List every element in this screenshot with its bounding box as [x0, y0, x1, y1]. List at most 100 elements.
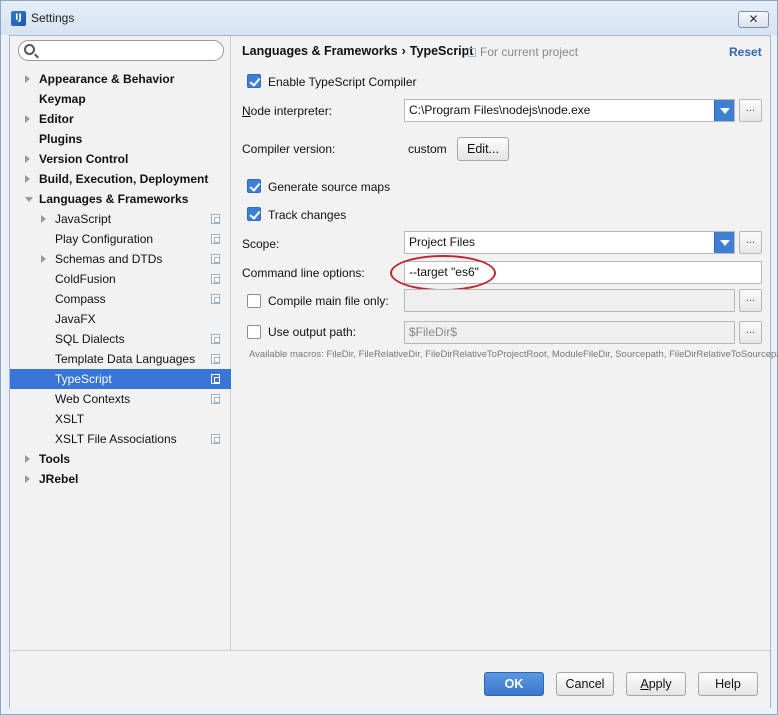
track-changes-label: Track changes [268, 208, 347, 222]
track-changes-checkbox[interactable] [247, 207, 261, 221]
tree-item-label: SQL Dialects [55, 332, 125, 346]
cancel-button[interactable]: Cancel [556, 672, 614, 696]
tree-item-label: Tools [39, 452, 71, 466]
chevron-right-icon[interactable] [25, 475, 30, 483]
project-settings-icon [211, 214, 220, 224]
chevron-right-icon[interactable] [25, 75, 30, 83]
tree-item-xslt[interactable]: XSLT [10, 409, 231, 429]
search-icon [24, 44, 35, 55]
compile-main-browse-button[interactable]: ... [739, 289, 762, 312]
project-settings-icon [211, 234, 220, 244]
tree-item-appearance-behavior[interactable]: Appearance & Behavior [10, 69, 231, 89]
tree-item-plugins[interactable]: Plugins [10, 129, 231, 149]
search-input[interactable] [18, 40, 224, 61]
chevron-down-icon[interactable] [714, 100, 734, 121]
chevron-right-icon[interactable] [25, 115, 30, 123]
breadcrumb-parent: Languages & Frameworks [242, 44, 398, 58]
node-interpreter-value: C:\Program Files\nodejs\node.exe [409, 103, 591, 117]
reset-link[interactable]: Reset [729, 45, 762, 59]
tree-item-coldfusion[interactable]: ColdFusion [10, 269, 231, 289]
tree-item-label: Version Control [39, 152, 129, 166]
tree-item-label: XSLT File Associations [55, 432, 177, 446]
tree-item-schemas-and-dtds[interactable]: Schemas and DTDs [10, 249, 231, 269]
project-settings-icon [211, 394, 220, 404]
tree-item-label: JavaFX [55, 312, 96, 326]
node-interpreter-browse-button[interactable]: ... [739, 99, 762, 122]
tree-item-javafx[interactable]: JavaFX [10, 309, 231, 329]
tree-item-xslt-file-associations[interactable]: XSLT File Associations [10, 429, 231, 449]
help-button[interactable]: Help [698, 672, 758, 696]
window-title: Settings [31, 11, 75, 25]
breadcrumb: Languages & Frameworks › TypeScript [242, 44, 473, 58]
output-path-browse-button[interactable]: ... [739, 321, 762, 344]
ok-button[interactable]: OK [484, 672, 544, 696]
macros-hint: Available macros: FileDir, FileRelativeD… [249, 349, 778, 360]
project-icon [468, 48, 476, 57]
title-bar: IJ Settings ✕ [1, 1, 777, 35]
project-settings-icon [211, 294, 220, 304]
tree-item-label: Template Data Languages [55, 352, 196, 366]
tree-item-javascript[interactable]: JavaScript [10, 209, 231, 229]
typescript-settings-panel: Languages & Frameworks › TypeScript For cu… [232, 36, 778, 650]
project-settings-icon [211, 434, 220, 444]
settings-sidebar: Appearance & Behavior Keymap Editor Plugins… [10, 36, 231, 650]
output-path-input[interactable]: $FileDir$ [404, 321, 735, 344]
edit-compiler-button[interactable]: Edit... [457, 137, 509, 161]
tree-item-sql-dialects[interactable]: SQL Dialects [10, 329, 231, 349]
enable-compiler-label: Enable TypeScript Compiler [268, 75, 417, 89]
project-settings-icon [211, 334, 220, 344]
tree-item-languages-frameworks[interactable]: Languages & Frameworks [10, 189, 231, 209]
output-path-label: Use output path: [268, 325, 357, 339]
tree-item-tools[interactable]: Tools [10, 449, 231, 469]
tree-item-label: Web Contexts [55, 392, 131, 406]
project-settings-icon [211, 374, 220, 384]
scope-browse-button[interactable]: ... [739, 231, 762, 254]
enable-compiler-checkbox[interactable] [247, 74, 261, 88]
tree-item-version-control[interactable]: Version Control [10, 149, 231, 169]
tree-item-label: JavaScript [55, 212, 112, 226]
tree-item-label: Editor [39, 112, 74, 126]
tree-item-label: Languages & Frameworks [39, 192, 189, 206]
chevron-right-icon[interactable] [41, 255, 46, 263]
project-settings-icon [211, 354, 220, 364]
chevron-right-icon[interactable] [41, 215, 46, 223]
highlight-annotation [390, 255, 496, 291]
project-settings-icon [211, 274, 220, 284]
tree-item-editor[interactable]: Editor [10, 109, 231, 129]
compile-main-checkbox[interactable] [247, 294, 261, 308]
tree-item-web-contexts[interactable]: Web Contexts [10, 389, 231, 409]
apply-button[interactable]: Apply [626, 672, 686, 696]
tree-item-build-execution-deployment[interactable]: Build, Execution, Deployment [10, 169, 231, 189]
chevron-right-icon[interactable] [25, 455, 30, 463]
chevron-right-icon[interactable] [25, 155, 30, 163]
tree-item-play-configuration[interactable]: Play Configuration [10, 229, 231, 249]
chevron-right-icon[interactable] [25, 175, 30, 183]
compile-main-label: Compile main file only: [268, 294, 389, 308]
project-scope-note: For current project [468, 45, 578, 59]
source-maps-checkbox[interactable] [247, 179, 261, 193]
close-button[interactable]: ✕ [738, 11, 769, 28]
output-path-checkbox[interactable] [247, 325, 261, 339]
tree-item-typescript[interactable]: TypeScript [10, 369, 231, 389]
settings-window: IJ Settings ✕ Appearance & Behavior Keyma… [0, 0, 778, 715]
project-settings-icon [211, 254, 220, 264]
cmd-options-label: Command line options: [242, 266, 365, 280]
compile-main-input[interactable] [404, 289, 735, 312]
dialog-button-bar: OK Cancel Apply Help [10, 650, 770, 709]
tree-item-jrebel[interactable]: JRebel [10, 469, 231, 489]
scope-combo[interactable]: Project Files [404, 231, 735, 254]
tree-item-label: Plugins [39, 132, 83, 146]
chevron-down-icon[interactable] [25, 197, 33, 202]
chevron-down-icon[interactable] [714, 232, 734, 253]
breadcrumb-separator: › [401, 44, 406, 58]
tree-item-template-data-languages[interactable]: Template Data Languages [10, 349, 231, 369]
source-maps-label: Generate source maps [268, 180, 391, 194]
tree-item-label: Schemas and DTDs [55, 252, 163, 266]
tree-item-compass[interactable]: Compass [10, 289, 231, 309]
scope-value: Project Files [409, 235, 476, 249]
tree-item-keymap[interactable]: Keymap [10, 89, 231, 109]
intellij-app-icon: IJ [11, 11, 26, 26]
node-interpreter-label: Node interpreter: [242, 104, 333, 118]
node-interpreter-combo[interactable]: C:\Program Files\nodejs\node.exe [404, 99, 735, 122]
tree-item-label: Build, Execution, Deployment [39, 172, 209, 186]
